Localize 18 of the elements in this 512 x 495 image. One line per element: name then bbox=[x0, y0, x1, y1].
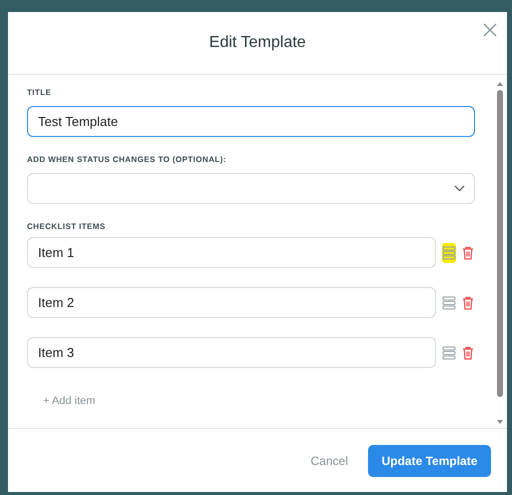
field-label: TITLE bbox=[27, 88, 52, 97]
section-label: CHECKLIST ITEMS bbox=[27, 222, 106, 231]
scroll-up-icon[interactable] bbox=[496, 81, 504, 87]
chevron-down-icon bbox=[454, 185, 465, 192]
checklist-item-field[interactable]: Item 3 bbox=[27, 337, 436, 368]
checklist-item-field[interactable]: Item 2 bbox=[27, 287, 436, 318]
trash-icon[interactable] bbox=[462, 346, 474, 360]
scrollbar-thumb[interactable] bbox=[497, 90, 503, 397]
scroll-down-icon[interactable] bbox=[496, 419, 504, 425]
trash-icon[interactable] bbox=[462, 296, 474, 310]
title-field[interactable]: Test Template bbox=[27, 106, 475, 137]
field-label: ADD WHEN STATUS CHANGES TO (OPTIONAL): bbox=[27, 155, 226, 164]
update-template-button[interactable]: Update Template bbox=[368, 444, 491, 476]
dialog-title: Edit Template bbox=[209, 34, 306, 52]
checklist-item-field[interactable]: Item 1 bbox=[27, 237, 436, 268]
drag-handle-icon[interactable] bbox=[442, 242, 456, 262]
trash-icon[interactable] bbox=[462, 246, 474, 260]
close-icon[interactable] bbox=[483, 23, 497, 37]
